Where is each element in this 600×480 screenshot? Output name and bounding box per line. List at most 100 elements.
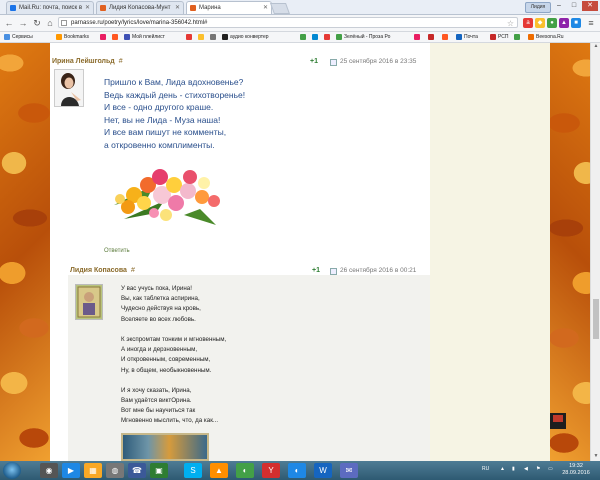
poem-line: а откровенно комплименты. <box>104 139 215 150</box>
clock-date: 28.09.2016 <box>562 470 590 476</box>
extension-icon[interactable]: ■ <box>571 18 581 28</box>
scrollbar-thumb[interactable] <box>593 299 599 339</box>
taskbar-app-icon[interactable]: ▲ <box>210 463 228 478</box>
site-icon <box>312 34 318 40</box>
close-icon[interactable]: ✕ <box>263 2 268 14</box>
bookmark-item[interactable]: Зелёный - Проза Ро <box>336 32 390 42</box>
bookmark-item[interactable] <box>442 32 450 42</box>
tab-marina[interactable]: Марина ✕ <box>186 1 272 14</box>
bookmark-star-icon[interactable]: ☆ <box>507 18 514 29</box>
bookmark-item[interactable]: Сервисы <box>4 32 33 42</box>
keyboard-language[interactable]: RU <box>482 466 489 472</box>
page-scrollbar[interactable]: ▲ ▼ <box>590 43 600 461</box>
tray-icon[interactable]: ▲ <box>500 466 505 472</box>
bookmark-item[interactable] <box>112 32 120 42</box>
battery-icon[interactable]: ▭ <box>548 466 553 472</box>
close-icon[interactable]: ✕ <box>175 2 180 14</box>
comment-anchor-link[interactable]: # <box>131 267 135 274</box>
taskbar-app-icon[interactable]: ◐ <box>288 463 306 478</box>
bookmark-label: Bookmarks <box>64 34 90 40</box>
reply-link[interactable]: Ответить <box>104 248 130 254</box>
bookmark-item[interactable]: РСП <box>490 32 508 42</box>
windows-taskbar: ◉ ▶ ▦ ◍ ☎ ▣ S ▲ ◐ Y ◐ W ✉ RU ▲ ▮ ◀ ⚑ ▭ 1… <box>0 461 600 480</box>
tab-mail[interactable]: Mail.Ru: почта, поиск в ✕ <box>6 1 94 14</box>
poem-line: Ведь каждый день - стихотворенье! <box>104 89 246 100</box>
url-input[interactable]: parnasse.ru/poetry/lyrics/love/marina-35… <box>58 17 518 28</box>
url-text: parnasse.ru/poetry/lyrics/love/marina-35… <box>71 20 208 26</box>
taskbar-app-icon[interactable]: ▦ <box>84 463 102 478</box>
taskbar-app-icon[interactable]: ☎ <box>128 463 146 478</box>
calendar-icon <box>330 59 337 66</box>
bookmark-item[interactable] <box>514 32 522 42</box>
feedback-widget-icon[interactable] <box>550 413 566 429</box>
taskbar-app-icon[interactable]: ◐ <box>236 463 254 478</box>
site-icon <box>198 34 204 40</box>
poem-line: И я хочу сказать, Ирина, <box>121 386 192 394</box>
taskbar-app-icon[interactable]: ✉ <box>340 463 358 478</box>
flag-icon[interactable]: ⚑ <box>536 466 540 472</box>
comment-author-link[interactable]: Ирина Лейшгольд <box>52 58 115 65</box>
system-clock[interactable]: 19:32 28.09.2016 <box>562 463 590 477</box>
comment-author-link[interactable]: Лидия Копасова <box>70 267 127 274</box>
comment-date: 26 сентября 2016 в 00:21 <box>330 267 417 275</box>
menu-icon[interactable]: ≡ <box>585 17 597 29</box>
forward-button[interactable]: → <box>17 17 29 29</box>
maximize-button[interactable]: □ <box>567 1 581 11</box>
bookmark-item[interactable]: Bookmarks <box>56 32 89 42</box>
bookmark-item[interactable]: Beesona.Ru <box>528 32 564 42</box>
reload-button[interactable]: ↻ <box>31 17 43 29</box>
avatar[interactable] <box>54 69 84 107</box>
new-tab-button[interactable] <box>269 3 291 14</box>
audio-converter-icon <box>222 34 228 40</box>
taskbar-app-icon[interactable]: ▣ <box>150 463 168 478</box>
bookmark-label: Почта <box>464 34 478 40</box>
comment-date-text: 25 сентября 2016 в 23:35 <box>340 58 417 65</box>
tab-lidia[interactable]: Лидия Копасова-Мунт ✕ <box>96 1 184 14</box>
extension-icon[interactable]: a <box>523 18 533 28</box>
site-icon <box>186 34 192 40</box>
poem-line: У вас учусь пока, Ирина! <box>121 285 192 292</box>
avatar[interactable] <box>75 284 103 320</box>
network-icon[interactable]: ▮ <box>512 466 515 472</box>
extension-icon[interactable]: ▲ <box>559 18 569 28</box>
taskbar-app-icon[interactable]: Y <box>262 463 280 478</box>
taskbar-app-icon[interactable]: ◉ <box>40 463 58 478</box>
taskbar-app-icon[interactable]: S <box>184 463 202 478</box>
poem-line: Вселяете во всех любовь. <box>121 315 196 323</box>
bookmark-item[interactable] <box>300 32 308 42</box>
bookmark-item[interactable] <box>414 32 422 42</box>
back-button[interactable]: ← <box>3 17 15 29</box>
vote-count[interactable]: +1 <box>312 267 320 274</box>
scroll-up-icon[interactable]: ▲ <box>591 43 600 51</box>
bookmark-item[interactable] <box>198 32 206 42</box>
taskbar-app-icon[interactable]: W <box>314 463 332 478</box>
poem-line: И все - одно другого краше. <box>104 102 214 112</box>
bookmark-item[interactable]: Почта <box>456 32 478 42</box>
bookmark-label: Сервисы <box>12 34 33 40</box>
bookmark-item[interactable] <box>186 32 194 42</box>
bookmark-item[interactable] <box>428 32 436 42</box>
close-window-button[interactable]: ✕ <box>582 1 598 11</box>
autumn-leaves-background <box>0 43 50 461</box>
comment-photo <box>121 433 209 461</box>
extension-icon[interactable]: ◆ <box>535 18 545 28</box>
profile-button[interactable]: Лидия <box>525 2 551 13</box>
volume-icon[interactable]: ◀ <box>524 466 528 472</box>
taskbar-app-icon[interactable]: ◍ <box>106 463 124 478</box>
bookmark-item[interactable] <box>210 32 218 42</box>
comment-date-text: 26 сентября 2016 в 00:21 <box>340 267 417 274</box>
minimize-button[interactable]: – <box>552 1 566 11</box>
bookmark-item[interactable]: Мой плейлист <box>124 32 165 42</box>
scroll-down-icon[interactable]: ▼ <box>591 453 600 461</box>
home-button[interactable]: ⌂ <box>44 17 56 29</box>
comment-anchor-link[interactable]: # <box>119 58 123 65</box>
taskbar-app-icon[interactable]: ▶ <box>62 463 80 478</box>
close-icon[interactable]: ✕ <box>85 2 90 14</box>
vote-count[interactable]: +1 <box>310 58 318 65</box>
bookmark-item[interactable] <box>100 32 108 42</box>
bookmark-item[interactable] <box>312 32 320 42</box>
bookmark-item[interactable]: аудио конвертер <box>222 32 269 42</box>
bookmark-item[interactable] <box>324 32 332 42</box>
start-button[interactable] <box>3 462 21 479</box>
extension-icon[interactable]: ● <box>547 18 557 28</box>
